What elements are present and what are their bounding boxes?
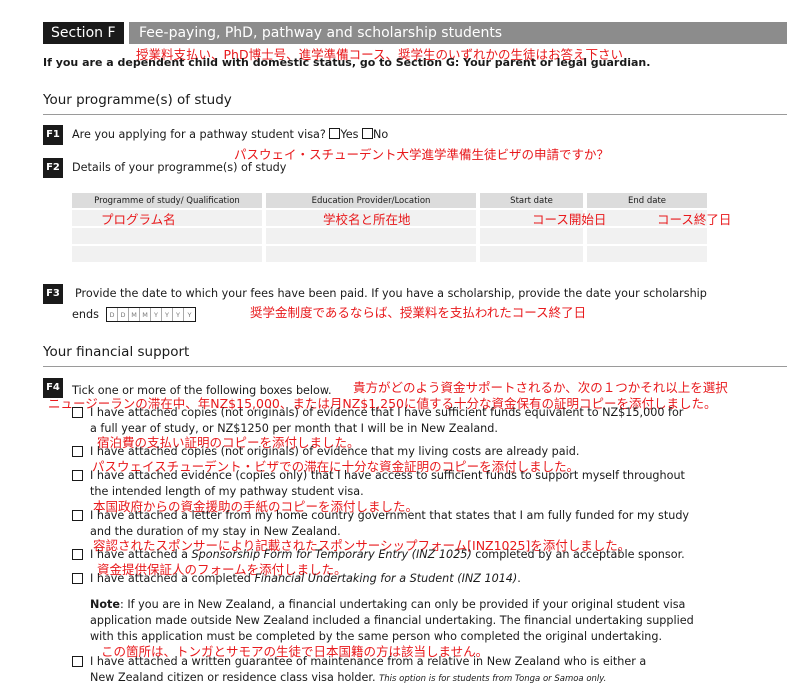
f4-option7-line2-text: New Zealand citizen or residence class v… — [90, 671, 376, 684]
cell-start[interactable] — [480, 226, 583, 244]
note-line1: Note: If you are in New Zealand, a finan… — [90, 598, 685, 611]
table-header-row: Programme of study/ Qualification Educat… — [72, 193, 707, 208]
f3-question: Provide the date to which your fees have… — [75, 287, 707, 300]
f2-question: Details of your programme(s) of study — [72, 161, 287, 174]
cell-end[interactable] — [587, 244, 707, 262]
f4-option6-text: I have attached a completed Financial Un… — [90, 572, 521, 585]
programme-heading: Your programme(s) of study — [43, 92, 232, 108]
date-cell: Y — [151, 308, 162, 321]
f4-option4-checkbox[interactable] — [72, 510, 83, 521]
date-cell: Y — [173, 308, 184, 321]
cell-programme[interactable] — [72, 244, 262, 262]
f4-option7-line1: I have attached a written guarantee of m… — [90, 655, 647, 668]
f4-option5-checkbox[interactable] — [72, 549, 83, 560]
f4-option3-line1: I have attached evidence (copies only) t… — [90, 469, 685, 482]
f3-ends-label: ends — [72, 308, 99, 321]
table-row — [72, 244, 707, 262]
f1-no-checkbox[interactable] — [362, 128, 374, 139]
cell-start[interactable] — [480, 244, 583, 262]
divider — [43, 366, 787, 367]
f1-question: Are you applying for a pathway student v… — [72, 128, 388, 141]
note-label: Note — [90, 598, 120, 611]
f4-option6-checkbox[interactable] — [72, 573, 83, 584]
date-cell: M — [140, 308, 151, 321]
f1-question-text: Are you applying for a pathway student v… — [72, 128, 326, 141]
f1-yes-checkbox[interactable] — [329, 128, 341, 139]
f4-option7-line2: New Zealand citizen or residence class v… — [90, 671, 606, 684]
note-line2: application made outside New Zealand inc… — [90, 614, 694, 627]
f4-option6-text-c: . — [517, 572, 521, 585]
col-end-jp: コース終了日 — [657, 212, 732, 227]
cell-provider[interactable] — [266, 244, 476, 262]
f4-option6-form-name: Financial Undertaking for a Student (INZ… — [254, 572, 518, 585]
date-cell: D — [118, 308, 129, 321]
cell-end[interactable] — [587, 226, 707, 244]
f1-jp: パスウェイ・スチューデント大学進学準備生徒ビザの申請ですか？ — [234, 147, 610, 162]
f4-option2-checkbox[interactable] — [72, 446, 83, 457]
divider — [43, 114, 787, 115]
f3-date-input[interactable]: D D M M Y Y Y Y — [106, 307, 196, 322]
f4-option4-line1: I have attached a letter from my home co… — [90, 509, 690, 522]
col-provider-jp: 学校名と所在地 — [323, 212, 411, 227]
f1-no-label: No — [373, 128, 389, 141]
question-number-f1: F1 — [43, 125, 63, 145]
section-label: Section F — [43, 22, 124, 44]
question-number-f2: F2 — [43, 158, 63, 178]
col-provider: Education Provider/Location — [266, 193, 476, 208]
financial-heading: Your financial support — [43, 344, 190, 360]
question-number-f3: F3 — [43, 284, 63, 304]
f4-option1-line1: I have attached copies (not originals) o… — [90, 406, 684, 419]
table-row — [72, 226, 707, 244]
note-text-1: : If you are in New Zealand, a financial… — [120, 598, 686, 611]
dependent-note: If you are a dependent child with domest… — [43, 56, 651, 69]
f4-option7-checkbox[interactable] — [72, 656, 83, 667]
f4-option5-text-c: completed by an acceptable sponsor. — [471, 548, 685, 561]
col-programme: Programme of study/ Qualification — [72, 193, 262, 208]
col-start-jp: コース開始日 — [532, 212, 607, 227]
date-cell: D — [107, 308, 118, 321]
cell-provider[interactable] — [266, 226, 476, 244]
col-programme-jp: プログラム名 — [101, 212, 176, 227]
f4-option7-note: This option is for students from Tonga o… — [379, 674, 607, 684]
f4-option3-checkbox[interactable] — [72, 470, 83, 481]
section-title: Fee-paying, PhD, pathway and scholarship… — [129, 22, 787, 44]
f3-jp: 奨学金制度であるならば、授業料を支払われたコース終了日 — [250, 305, 587, 320]
date-cell: Y — [162, 308, 173, 321]
col-start: Start date — [480, 193, 583, 208]
f1-yes-label: Yes — [340, 128, 359, 141]
f4-option1-checkbox[interactable] — [72, 407, 83, 418]
f4-option6-text-a: I have attached a completed — [90, 572, 255, 585]
date-cell: Y — [187, 311, 192, 319]
cell-programme[interactable] — [72, 226, 262, 244]
col-end: End date — [587, 193, 707, 208]
date-cell: M — [129, 308, 140, 321]
